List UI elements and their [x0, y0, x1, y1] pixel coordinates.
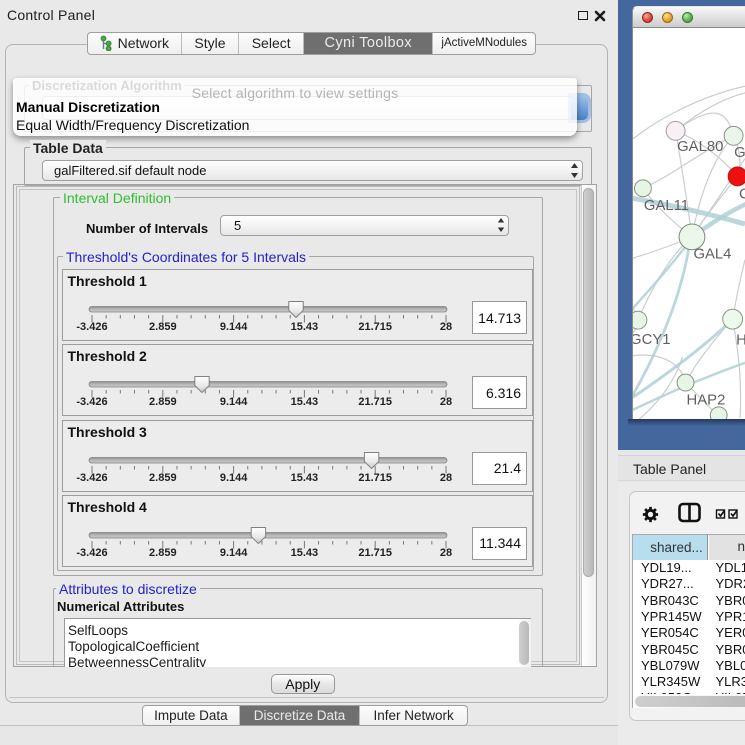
svg-text:C: C — [739, 186, 745, 202]
svg-text:GAL4: GAL4 — [693, 246, 731, 262]
svg-text:HAP2: HAP2 — [687, 392, 726, 408]
svg-text:H: H — [736, 332, 745, 348]
svg-text:GAL11: GAL11 — [644, 198, 689, 214]
svg-text:GCY1: GCY1 — [632, 331, 670, 347]
svg-text:G.: G. — [734, 145, 745, 161]
svg-text:GAL80: GAL80 — [677, 139, 723, 155]
